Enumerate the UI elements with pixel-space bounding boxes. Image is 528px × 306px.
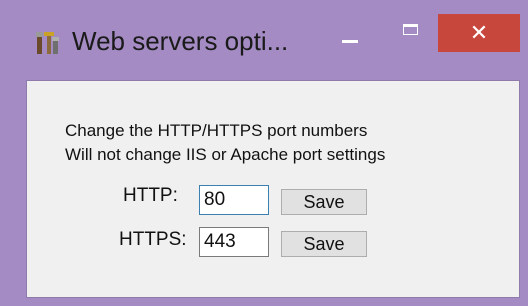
http-port-input[interactable] — [199, 185, 269, 215]
client-area: Change the HTTP/HTTPS port numbers Will … — [26, 80, 520, 298]
description-line-1: Change the HTTP/HTTPS port numbers — [65, 121, 368, 140]
https-port-input[interactable] — [199, 227, 269, 257]
tools-icon[interactable] — [34, 30, 60, 56]
save-https-button[interactable]: Save — [281, 231, 367, 257]
web-servers-options-window: Web servers opti... ✕ Change the HTTP/HT… — [0, 0, 528, 306]
window-title: Web servers opti... — [72, 26, 289, 56]
close-icon[interactable]: ✕ — [438, 14, 520, 52]
https-label: HTTPS: — [119, 229, 187, 250]
minimize-icon[interactable] — [330, 22, 370, 52]
description-line-2: Will not change IIS or Apache port setti… — [65, 145, 386, 164]
save-http-button[interactable]: Save — [281, 189, 367, 215]
title-bar[interactable]: Web servers opti... ✕ — [0, 0, 528, 90]
http-label: HTTP: — [123, 185, 178, 206]
maximize-icon[interactable] — [392, 18, 432, 48]
